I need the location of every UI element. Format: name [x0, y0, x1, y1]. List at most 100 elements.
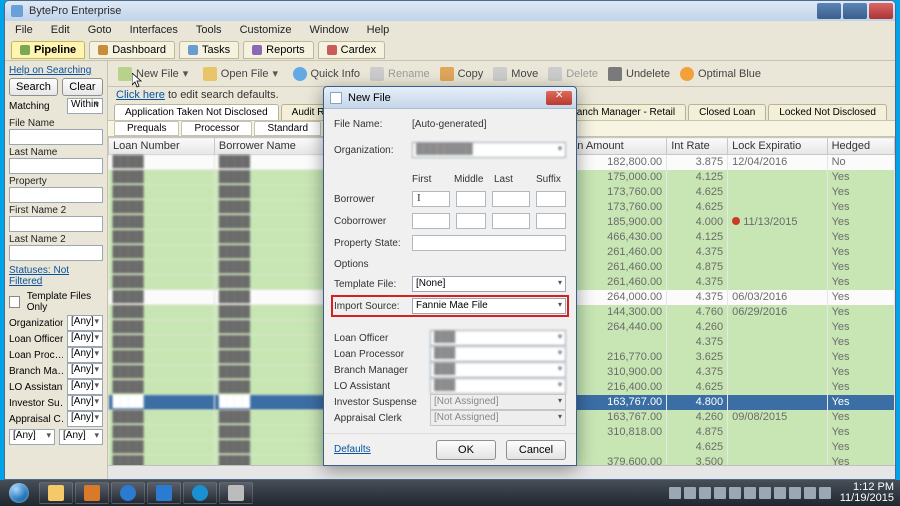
template-files-only-checkbox[interactable]	[9, 296, 20, 308]
role-dropdown-loan-processor[interactable]: ███	[430, 346, 566, 362]
coborrower-last-input[interactable]	[492, 213, 530, 229]
extra-filter-right[interactable]: [Any]	[59, 429, 103, 445]
tab-pipeline[interactable]: Pipeline	[11, 41, 85, 59]
tool-quick-info[interactable]: Quick Info	[293, 67, 361, 81]
filter-dropdown-loan-proc-[interactable]: [Any]	[67, 347, 103, 363]
cancel-button[interactable]: Cancel	[506, 440, 566, 460]
filter-dropdown-lo-assistant[interactable]: [Any]	[67, 379, 103, 395]
field-input-file-name[interactable]	[9, 129, 103, 145]
borrower-first-input[interactable]: I	[412, 191, 450, 207]
import-source-dropdown[interactable]: Fannie Mae File	[412, 298, 566, 314]
tool-label: Undelete	[626, 68, 670, 80]
role-label-loan-processor: Loan Processor	[334, 349, 424, 360]
borrower-last-input[interactable]	[492, 191, 530, 207]
tool-optimal-blue[interactable]: Optimal Blue	[680, 67, 761, 81]
template-file-dropdown[interactable]: [None]	[412, 276, 566, 292]
col-loan-number[interactable]: Loan Number	[109, 138, 215, 155]
extra-filter-left[interactable]: [Any]	[9, 429, 55, 445]
minimize-button[interactable]	[817, 3, 841, 19]
tab-cardex[interactable]: Cardex	[318, 41, 385, 59]
grid-scroll-horizontal[interactable]	[108, 465, 895, 479]
ok-button[interactable]: OK	[436, 440, 496, 460]
sub-tab-processor[interactable]: Processor	[181, 121, 252, 136]
field-label-last-name: Last Name	[9, 147, 103, 158]
coborrower-label: Coborrower	[334, 216, 406, 227]
role-dropdown-branch-manager[interactable]: ███	[430, 362, 566, 378]
role-dropdown-lo-assistant[interactable]: ███	[430, 378, 566, 394]
filter-dropdown-loan-officer[interactable]: [Any]	[67, 331, 103, 347]
menu-help[interactable]: Help	[363, 22, 394, 38]
cell	[728, 185, 827, 200]
role-dropdown-loan-officer[interactable]: ███	[430, 330, 566, 346]
filter-dropdown-organization[interactable]: [Any]	[67, 315, 103, 331]
menu-goto[interactable]: Goto	[84, 22, 116, 38]
task-ie[interactable]	[111, 482, 145, 504]
cell: ████	[109, 275, 215, 290]
menu-tools[interactable]: Tools	[192, 22, 226, 38]
filter-dropdown-branch-ma-[interactable]: [Any]	[67, 363, 103, 379]
filter-dropdown-investor-su-[interactable]: [Any]	[67, 395, 103, 411]
coborrower-suffix-input[interactable]	[536, 213, 566, 229]
task-explorer[interactable]	[39, 482, 73, 504]
task-window[interactable]	[219, 482, 253, 504]
help-searching-link[interactable]: Help on Searching	[9, 65, 103, 76]
tool-open-file[interactable]: Open File▾	[203, 67, 283, 81]
tool-new-file[interactable]: New File▾	[118, 67, 193, 81]
tab-dashboard[interactable]: Dashboard	[89, 41, 175, 59]
filter-tab-application-taken-not-disclosed[interactable]: Application Taken Not Disclosed	[114, 104, 279, 120]
search-button[interactable]: Search	[9, 78, 58, 96]
menu-window[interactable]: Window	[306, 22, 353, 38]
menu-customize[interactable]: Customize	[236, 22, 296, 38]
start-button[interactable]	[0, 480, 38, 506]
tool-undelete[interactable]: Undelete	[608, 67, 670, 81]
property-state-input[interactable]	[412, 235, 566, 251]
sub-tab-standard[interactable]: Standard	[254, 121, 321, 136]
filter-dropdown-appraisal-c-[interactable]: [Any]	[67, 411, 103, 427]
menu-edit[interactable]: Edit	[47, 22, 74, 38]
template-files-only-row[interactable]: Template Files Only	[9, 291, 103, 313]
clear-button[interactable]: Clear	[62, 78, 103, 96]
statuses-link[interactable]: Statuses: Not Filtered	[9, 265, 103, 287]
close-button[interactable]	[869, 3, 893, 19]
filter-tab-locked-not-disclosed[interactable]: Locked Not Disclosed	[768, 104, 887, 120]
file-name-label: File Name:	[334, 119, 406, 130]
cell: ████	[109, 350, 215, 365]
task-media[interactable]	[75, 482, 109, 504]
system-tray[interactable]	[669, 487, 831, 499]
coborrower-first-input[interactable]	[412, 213, 450, 229]
col-hedged[interactable]: Hedged	[827, 138, 894, 155]
field-input-property[interactable]	[9, 187, 103, 203]
task-outlook[interactable]	[147, 482, 181, 504]
coborrower-middle-input[interactable]	[456, 213, 486, 229]
menu-file[interactable]: File	[11, 22, 37, 38]
sub-tab-prequals[interactable]: Prequals	[114, 121, 179, 136]
field-input-last-name-2[interactable]	[9, 245, 103, 261]
dialog-close-button[interactable]	[546, 91, 572, 105]
borrower-middle-input[interactable]	[456, 191, 486, 207]
cell: Yes	[827, 245, 894, 260]
taskbar-clock[interactable]: 1:12 PM 11/19/2015	[840, 482, 894, 504]
col-lock-expiratio[interactable]: Lock Expiratio	[728, 138, 827, 155]
col-int-rate[interactable]: Int Rate	[667, 138, 728, 155]
maximize-button[interactable]	[843, 3, 867, 19]
field-input-first-name-2[interactable]	[9, 216, 103, 232]
filter-tab-closed-loan[interactable]: Closed Loan	[688, 104, 766, 120]
tab-tasks[interactable]: Tasks	[179, 41, 239, 59]
tool-move[interactable]: Move	[493, 67, 538, 81]
matching-dropdown[interactable]: Within	[67, 98, 103, 114]
menu-interfaces[interactable]: Interfaces	[126, 22, 182, 38]
import-source-row: Import Source: Fannie Mae File	[334, 298, 566, 314]
tool-label: Delete	[566, 68, 598, 80]
col-suffix: Suffix	[536, 174, 566, 185]
cell: Yes	[827, 410, 894, 425]
task-teamviewer[interactable]	[183, 482, 217, 504]
click-here-link[interactable]: Click here	[116, 89, 165, 101]
defaults-link[interactable]: Defaults	[334, 444, 371, 455]
tab-reports[interactable]: Reports	[243, 41, 314, 59]
cell: Yes	[827, 335, 894, 350]
organization-dropdown[interactable]: ████████	[412, 142, 566, 158]
field-input-last-name[interactable]	[9, 158, 103, 174]
borrower-suffix-input[interactable]	[536, 191, 566, 207]
cell: 09/08/2015	[728, 410, 827, 425]
tool-copy[interactable]: Copy	[440, 67, 484, 81]
